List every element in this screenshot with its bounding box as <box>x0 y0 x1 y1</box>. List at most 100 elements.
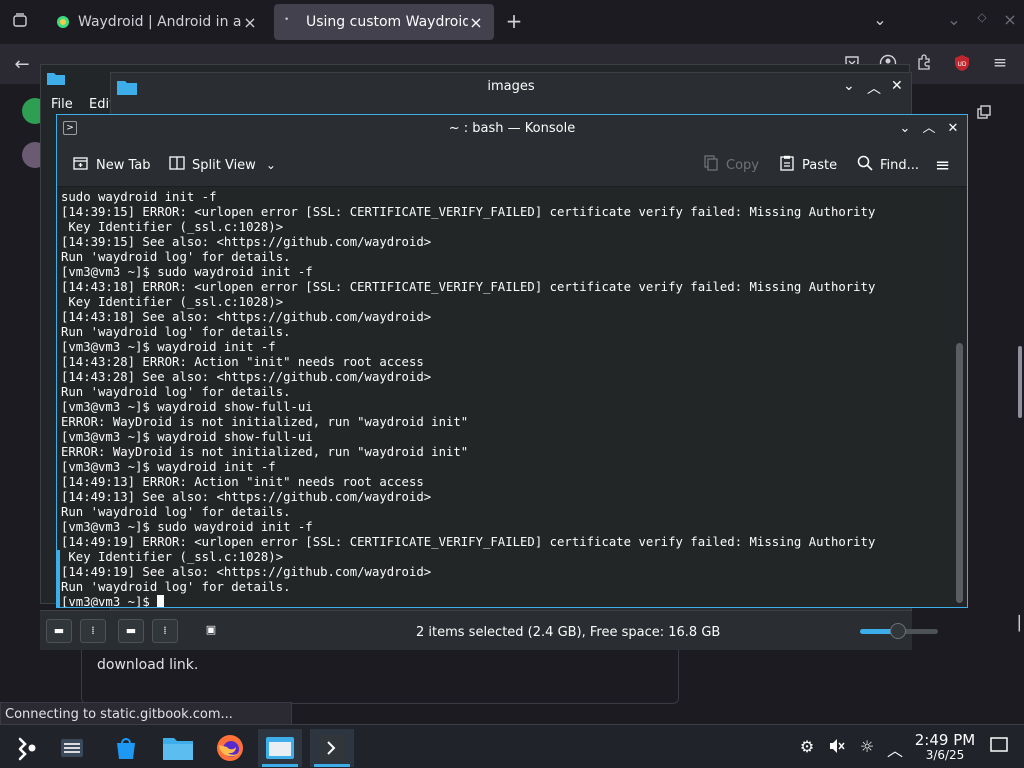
close-tab-icon[interactable]: × <box>468 13 484 32</box>
terminal-cursor <box>157 595 165 607</box>
terminal-line: Key Identifier (_ssl.c:1028)> <box>61 295 284 309</box>
system-settings-icon[interactable] <box>50 729 94 767</box>
konsole-app-icon: > <box>63 121 77 135</box>
clock-date[interactable]: 3/6/25 <box>912 748 978 762</box>
terminal-line: [vm3@vm3 ~]$ waydroid init -f <box>61 460 276 474</box>
minimize-icon[interactable]: ⌄ <box>942 10 966 29</box>
terminal-line: [vm3@vm3 ~]$ waydroid init -f <box>61 340 276 354</box>
browser-tabbar: Waydroid | Android in a Li × • Using cus… <box>0 0 1024 44</box>
terminal-prompt-line: [vm3@vm3 ~]$ <box>61 595 875 607</box>
places-panel-button[interactable]: ▬ <box>118 619 144 643</box>
paste-label: Paste <box>802 157 838 173</box>
terminal-line: [14:49:13] ERROR: Action "init" needs ro… <box>61 475 424 489</box>
maximize-icon[interactable]: ◇ <box>970 10 994 24</box>
new-tab-label: New Tab <box>96 157 151 173</box>
browser-tab-waydroid[interactable]: Waydroid | Android in a Li × <box>46 4 268 40</box>
hamburger-menu-icon[interactable]: ≡ <box>935 155 950 176</box>
terminal-line: Run 'waydroid log' for details. <box>61 385 291 399</box>
terminal-line: [vm3@vm3 ~]$ sudo waydroid init -f <box>61 265 313 279</box>
terminal-line: [14:49:19] ERROR: <urlopen error [SSL: C… <box>61 535 876 549</box>
card-text: download link. <box>97 657 199 673</box>
tab-list-icon[interactable] <box>8 12 32 32</box>
terminal-line: Run 'waydroid log' for details. <box>61 250 291 264</box>
firefox-icon[interactable] <box>208 729 252 767</box>
terminal-output[interactable]: sudo waydroid init -f [14:39:15] ERROR: <… <box>57 187 953 607</box>
app-launcher-icon[interactable] <box>4 729 48 767</box>
terminal-line: [vm3@vm3 ~]$ waydroid show-full-ui <box>61 400 313 414</box>
browser-tab-custom-waydroid[interactable]: • Using custom Waydroid im × <box>274 4 494 40</box>
close-icon[interactable]: ✕ <box>891 78 903 94</box>
zoom-slider-handle[interactable] <box>890 623 906 639</box>
svg-text:UD: UD <box>957 61 966 68</box>
scrollback-marker <box>57 550 60 607</box>
split-view-button[interactable]: Split View ⌄ <box>169 155 276 175</box>
page-scrollbar[interactable] <box>1018 346 1022 418</box>
search-icon <box>857 155 873 175</box>
maximize-icon[interactable]: ︿ <box>919 119 939 139</box>
terminal-line: Key Identifier (_ssl.c:1028)> <box>61 550 284 564</box>
chevron-up-icon[interactable]: ︿ <box>884 737 906 761</box>
terminal-line: [14:49:13] See also: <https://github.com… <box>61 490 432 504</box>
places-panel-button[interactable]: ▬ <box>46 619 72 643</box>
open-external-icon[interactable] <box>972 104 996 124</box>
folder-icon <box>47 71 65 89</box>
browser-status-text: Connecting to static.gitbook.com... <box>0 702 292 726</box>
find-button[interactable]: Find... <box>857 155 919 175</box>
new-tab-icon <box>73 155 89 175</box>
find-label: Find... <box>880 157 920 173</box>
terminal-panel-button[interactable]: ▣ <box>198 619 224 643</box>
window-title: ~ : bash — Konsole <box>448 121 576 136</box>
konsole-window: > ~ : bash — Konsole ⌄ ︿ ✕ New Tab Split… <box>56 114 968 608</box>
paste-button[interactable]: Paste <box>779 155 837 175</box>
terminal-line: [14:43:28] ERROR: Action "init" needs ro… <box>61 355 424 369</box>
hamburger-menu-icon[interactable]: ≡ <box>988 53 1012 73</box>
konsole-task-icon[interactable] <box>310 729 354 767</box>
terminal-line: Run 'waydroid log' for details. <box>61 505 291 519</box>
extensions-icon[interactable] <box>912 54 936 74</box>
terminal-line: Run 'waydroid log' for details. <box>61 325 291 339</box>
brightness-icon[interactable]: ☼ <box>856 737 878 756</box>
active-indicator <box>262 764 298 767</box>
back-arrow-icon[interactable]: ← <box>10 54 34 75</box>
dolphin-task-icon[interactable] <box>258 729 302 767</box>
split-view-label: Split View <box>192 157 256 173</box>
network-icon[interactable]: ⚙ <box>796 737 818 756</box>
terminal-line: [14:43:18] ERROR: <urlopen error [SSL: C… <box>61 280 876 294</box>
copy-label: Copy <box>726 157 759 173</box>
terminal-line: [14:43:18] See also: <https://github.com… <box>61 310 432 324</box>
new-tab-button[interactable]: New Tab <box>73 155 151 175</box>
chevron-down-icon[interactable]: ⌄ <box>266 158 276 172</box>
terminal-prompt: [vm3@vm3 ~]$ <box>61 595 158 607</box>
terminal-scrollbar[interactable] <box>953 187 967 607</box>
taskbar: ⚙ ☼ ︿ <box>0 724 1024 768</box>
chevron-down-icon[interactable]: ⌄ <box>868 10 892 29</box>
maximize-icon[interactable]: ︿ <box>867 78 881 98</box>
close-icon[interactable]: ✕ <box>943 119 963 139</box>
new-tab-button[interactable]: + <box>502 9 526 33</box>
file-manager-icon[interactable] <box>156 729 200 767</box>
close-icon[interactable]: × <box>998 10 1022 29</box>
minimize-icon[interactable]: ⌄ <box>843 78 855 94</box>
close-tab-icon[interactable]: × <box>242 13 258 32</box>
terminal-line: Run 'waydroid log' for details. <box>61 580 291 594</box>
waydroid-favicon-icon <box>56 15 70 29</box>
details-panel-button[interactable]: ⁞ <box>80 619 106 643</box>
copy-button[interactable]: Copy <box>703 155 759 175</box>
discover-store-icon[interactable] <box>104 729 148 767</box>
terminal-line: ERROR: WayDroid is not initialized, run … <box>61 445 469 459</box>
menu-file[interactable]: File <box>51 97 73 112</box>
zoom-slider[interactable] <box>860 623 938 639</box>
minimize-icon[interactable]: ⌄ <box>895 119 915 139</box>
show-desktop-icon[interactable] <box>988 737 1010 757</box>
details-panel-button[interactable]: ⁞ <box>152 619 178 643</box>
terminal-line: [14:49:19] See also: <https://github.com… <box>61 565 432 579</box>
konsole-titlebar: > ~ : bash — Konsole ⌄ ︿ ✕ <box>57 115 967 143</box>
terminal-scrollbar-thumb[interactable] <box>956 343 963 603</box>
terminal-line: [vm3@vm3 ~]$ waydroid show-full-ui <box>61 430 313 444</box>
terminal-line: sudo waydroid init -f <box>61 190 217 204</box>
volume-muted-icon[interactable] <box>826 737 848 759</box>
terminal-lines: sudo waydroid init -f [14:39:15] ERROR: <… <box>61 190 875 607</box>
copy-icon <box>703 155 719 175</box>
ublock-icon[interactable]: UD <box>950 54 974 76</box>
clock-time[interactable]: 2:49 PM <box>912 731 978 749</box>
